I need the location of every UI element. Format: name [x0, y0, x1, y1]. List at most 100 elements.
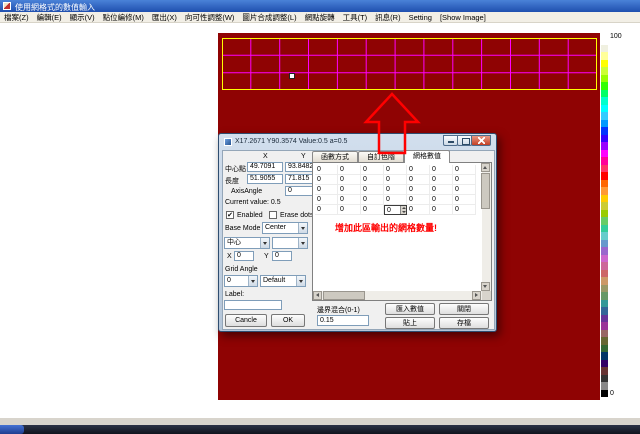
anchor-combo[interactable]: 中心	[224, 237, 270, 249]
grid-cell[interactable]: 0	[361, 195, 384, 205]
grid-cell[interactable]: 0	[384, 165, 407, 175]
horizontal-scrollbar[interactable]	[313, 291, 482, 300]
grid-cell[interactable]: 0	[361, 165, 384, 175]
grid-cell[interactable]: 0	[407, 175, 430, 185]
palette-color[interactable]	[601, 240, 608, 248]
grid-cell[interactable]: 0	[430, 165, 453, 175]
palette-color[interactable]	[601, 112, 608, 120]
palette-color[interactable]	[601, 82, 608, 90]
menu-item[interactable]: 顯示(V)	[66, 12, 99, 23]
palette-color[interactable]	[601, 270, 608, 278]
import-values-button[interactable]: 匯入數值	[385, 303, 435, 315]
grid-cell[interactable]: 0	[315, 175, 338, 185]
menu-item[interactable]: 網點旋轉	[301, 12, 339, 23]
palette-color[interactable]	[601, 90, 608, 98]
palette-color[interactable]	[601, 322, 608, 330]
menu-item[interactable]: 向可性調整(W)	[181, 12, 239, 23]
palette-color[interactable]	[601, 255, 608, 263]
palette-color[interactable]	[601, 307, 608, 315]
grid-cell[interactable]: 0	[315, 185, 338, 195]
menu-item[interactable]: Setting	[405, 13, 436, 22]
erase-dots-checkbox[interactable]	[269, 211, 277, 219]
grid-cell[interactable]: 0	[361, 205, 384, 215]
grid-angle-combo[interactable]: 0	[224, 275, 258, 287]
palette-color[interactable]	[601, 352, 608, 360]
menu-item[interactable]: 工具(T)	[339, 12, 372, 23]
palette-color[interactable]	[601, 180, 608, 188]
chevron-down-icon[interactable]	[298, 238, 307, 248]
anchor-combo-2[interactable]	[272, 237, 308, 249]
save-button[interactable]: 存檔	[439, 317, 489, 329]
ok-button[interactable]: OK	[271, 314, 305, 327]
palette-color[interactable]	[601, 337, 608, 345]
grid-cell[interactable]: 0	[407, 185, 430, 195]
grid-cell[interactable]: 0	[430, 195, 453, 205]
palette-color[interactable]	[601, 232, 608, 240]
palette-color[interactable]	[601, 45, 608, 53]
tab-1[interactable]: 函數方式	[312, 151, 358, 162]
palette-color[interactable]	[601, 60, 608, 68]
palette-color[interactable]	[601, 52, 608, 60]
grid-cell[interactable]: 0	[407, 205, 430, 215]
palette-color[interactable]	[601, 247, 608, 255]
grid-cell[interactable]: 0	[453, 205, 476, 215]
palette-color[interactable]	[601, 37, 608, 45]
palette-color[interactable]	[601, 165, 608, 173]
palette-color[interactable]	[601, 97, 608, 105]
grid-cell[interactable]: 0	[315, 205, 338, 215]
menu-item[interactable]: 訊息(R)	[371, 12, 404, 23]
scroll-right-icon[interactable]	[472, 291, 481, 300]
palette-color[interactable]	[601, 75, 608, 83]
palette-color[interactable]	[601, 285, 608, 293]
scroll-up-icon[interactable]	[481, 163, 490, 172]
vertical-scrollbar[interactable]	[482, 163, 491, 291]
palette-color[interactable]	[601, 277, 608, 285]
palette-color[interactable]	[601, 360, 608, 368]
enabled-checkbox[interactable]: ✔	[226, 211, 234, 219]
grid-cell[interactable]: 0	[361, 185, 384, 195]
menu-item[interactable]: 圖片合成調整(L)	[238, 12, 300, 23]
grid-cell[interactable]: 0	[453, 165, 476, 175]
paste-button[interactable]: 貼上	[385, 317, 435, 329]
palette-color[interactable]	[601, 157, 608, 165]
palette-color[interactable]	[601, 210, 608, 218]
palette-color[interactable]	[601, 225, 608, 233]
palette-color[interactable]	[601, 345, 608, 353]
grid-cell[interactable]: 0	[384, 205, 407, 215]
grid-angle-mode-combo[interactable]: Default	[260, 275, 306, 287]
x-offset-field[interactable]: 0	[234, 251, 254, 261]
cancel-button[interactable]: Cancle	[225, 314, 267, 327]
grid-cell[interactable]: 0	[338, 175, 361, 185]
palette-color[interactable]	[601, 142, 608, 150]
grid-cell[interactable]: 0	[430, 205, 453, 215]
grid-cell[interactable]: 0	[384, 175, 407, 185]
palette-color[interactable]	[601, 330, 608, 338]
grid-cell[interactable]: 0	[430, 175, 453, 185]
chevron-down-icon[interactable]	[260, 238, 269, 248]
palette-color[interactable]	[601, 217, 608, 225]
grid-cell[interactable]: 0	[430, 185, 453, 195]
palette-color[interactable]	[601, 135, 608, 143]
palette-color[interactable]	[601, 202, 608, 210]
label-field[interactable]	[224, 300, 282, 310]
chevron-down-icon[interactable]	[298, 223, 307, 233]
grid-cell[interactable]: 0	[384, 195, 407, 205]
grid-cell[interactable]: 0	[338, 195, 361, 205]
cell-spinner-icon[interactable]	[400, 206, 406, 214]
scroll-left-icon[interactable]	[313, 291, 322, 300]
menu-item[interactable]: 編輯(E)	[33, 12, 66, 23]
grid-cell[interactable]: 0	[338, 165, 361, 175]
chevron-down-icon[interactable]	[296, 276, 305, 286]
grid-cell[interactable]: 0	[384, 185, 407, 195]
blend-field[interactable]: 0.15	[317, 315, 369, 326]
length-x-field[interactable]: 51.9055	[247, 174, 283, 184]
grid-cell[interactable]: 0	[315, 195, 338, 205]
palette-color[interactable]	[601, 292, 608, 300]
vscroll-thumb[interactable]	[481, 173, 490, 209]
palette-color[interactable]	[601, 195, 608, 203]
menu-item[interactable]: 檔案(Z)	[0, 12, 33, 23]
close-dialog-button[interactable]: 關閉	[439, 303, 489, 315]
palette-color[interactable]	[601, 375, 608, 383]
palette-color[interactable]	[601, 367, 608, 375]
palette-color[interactable]	[601, 187, 608, 195]
